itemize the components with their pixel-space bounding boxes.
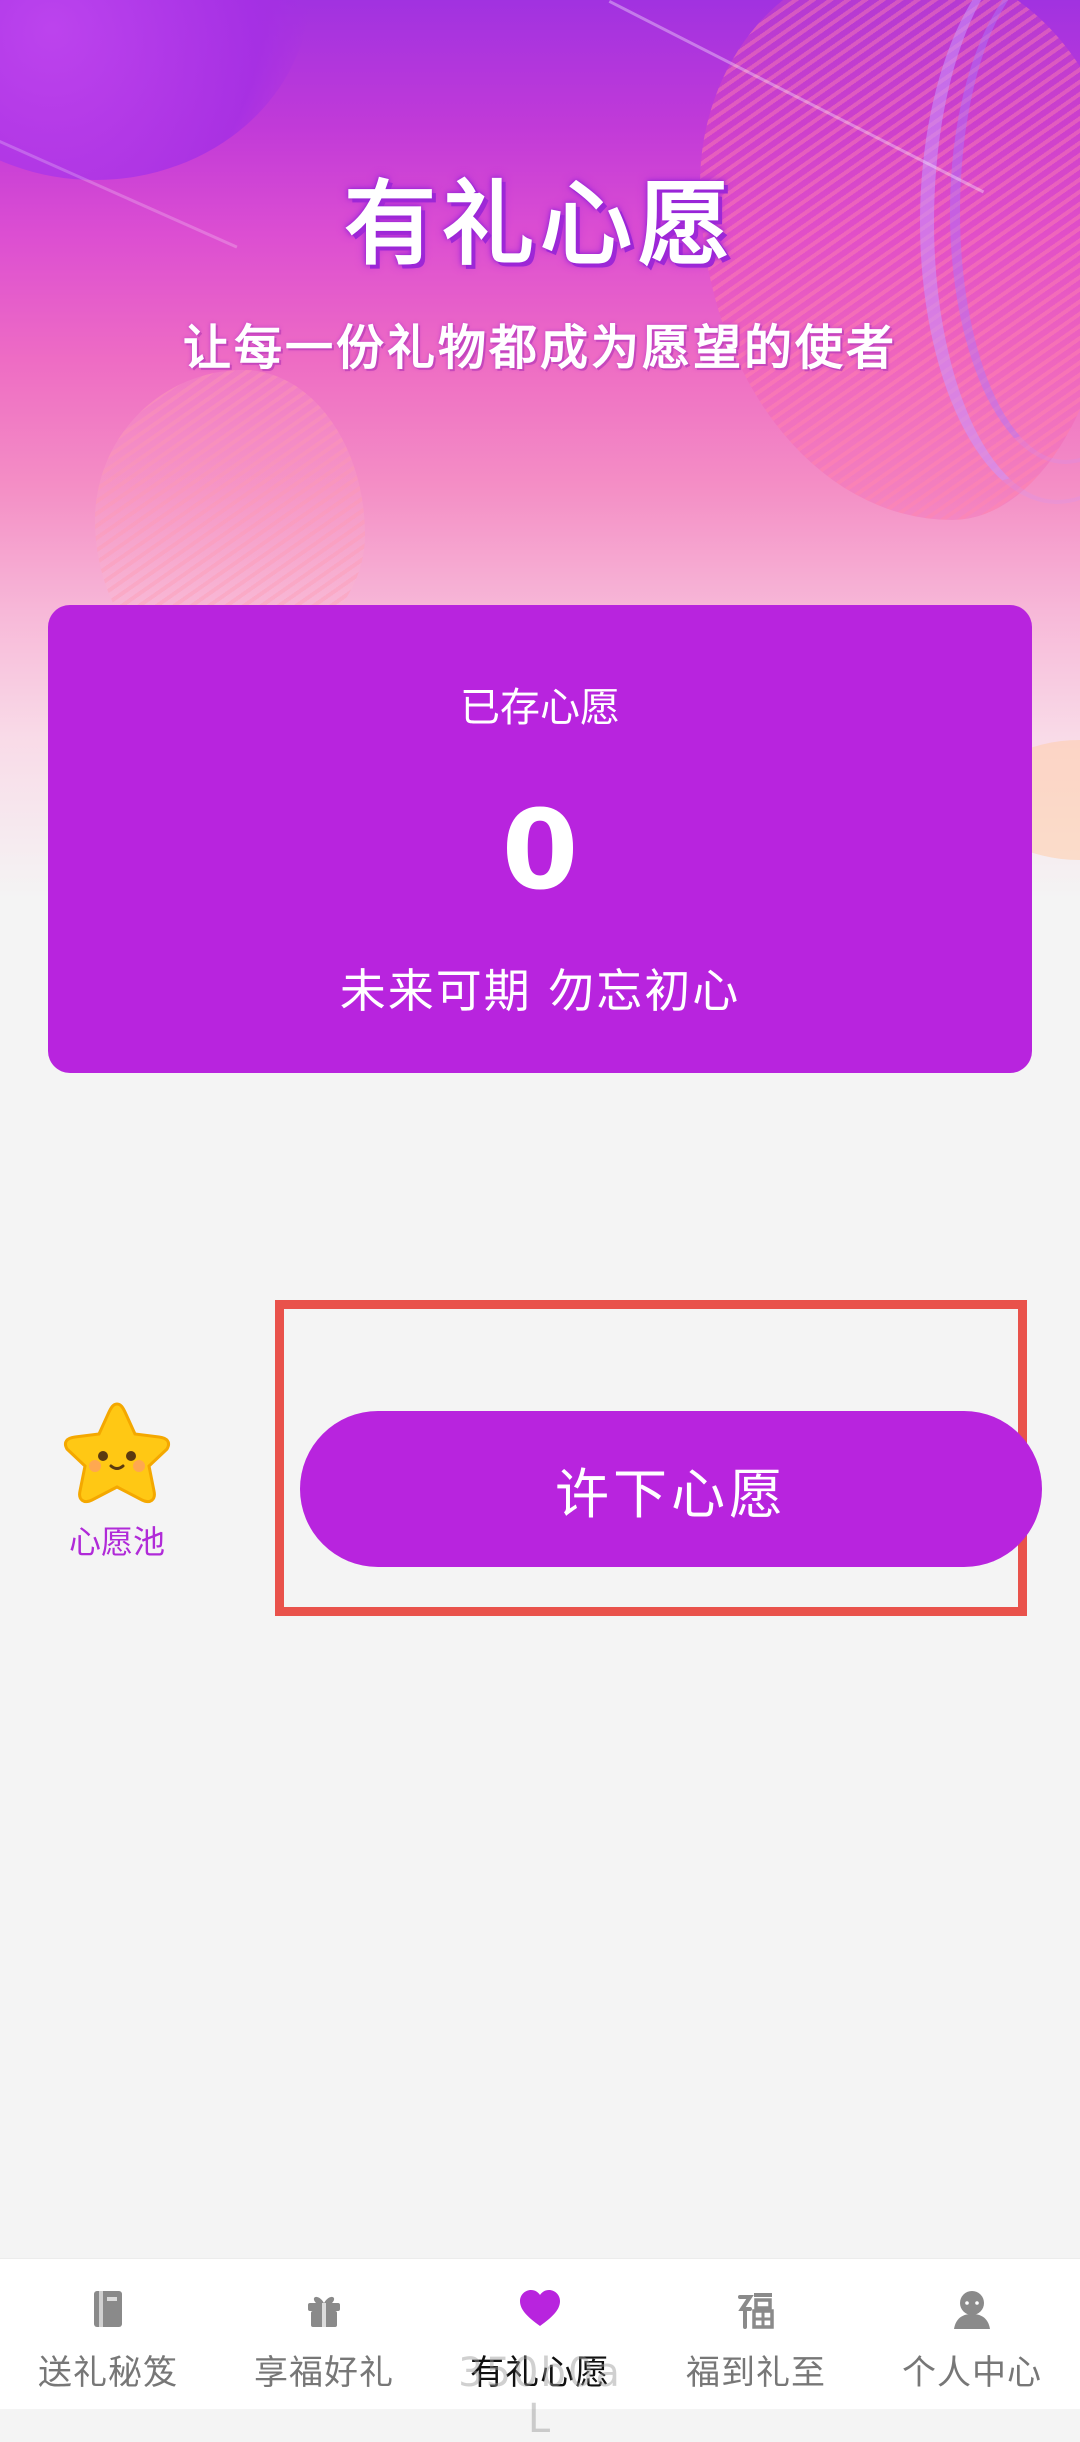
tab-label: 个人中心 xyxy=(902,2353,1042,2393)
user-icon xyxy=(954,2291,990,2329)
wish-pool-label: 心愿池 xyxy=(68,1523,165,1561)
watermark: 350b0a L xyxy=(458,2350,622,2442)
gift-icon xyxy=(308,2296,340,2327)
tab-gift-tips[interactable]: 送礼秘笈 xyxy=(0,2259,216,2409)
make-wish-button[interactable]: 许下心愿 xyxy=(300,1411,1042,1567)
tab-label: 送礼秘笈 xyxy=(38,2353,178,2393)
wish-pool-button[interactable]: 心愿池 xyxy=(52,1400,182,1580)
tab-label: 享福好礼 xyxy=(254,2353,394,2393)
tab-fortune-arrives[interactable]: 福到礼至 xyxy=(648,2259,864,2409)
saved-wishes-label: 已存心愿 xyxy=(460,685,620,731)
fu-icon xyxy=(738,2293,774,2329)
page-title: 有礼心愿 xyxy=(343,171,736,278)
book-icon xyxy=(94,2291,122,2327)
tab-profile[interactable]: 个人中心 xyxy=(864,2259,1080,2409)
heart-icon xyxy=(520,2290,560,2326)
tab-label: 福到礼至 xyxy=(686,2353,826,2393)
star-icon xyxy=(63,1402,171,1504)
saved-wishes-card: 已存心愿 0 未来可期 勿忘初心 xyxy=(48,605,1032,1073)
wish-slogan: 未来可期 勿忘初心 xyxy=(339,964,741,1018)
tab-blessing-gifts[interactable]: 享福好礼 xyxy=(216,2259,432,2409)
saved-wishes-count: 0 xyxy=(501,786,579,914)
page-subtitle: 让每一份礼物都成为愿望的使者 xyxy=(182,320,897,376)
